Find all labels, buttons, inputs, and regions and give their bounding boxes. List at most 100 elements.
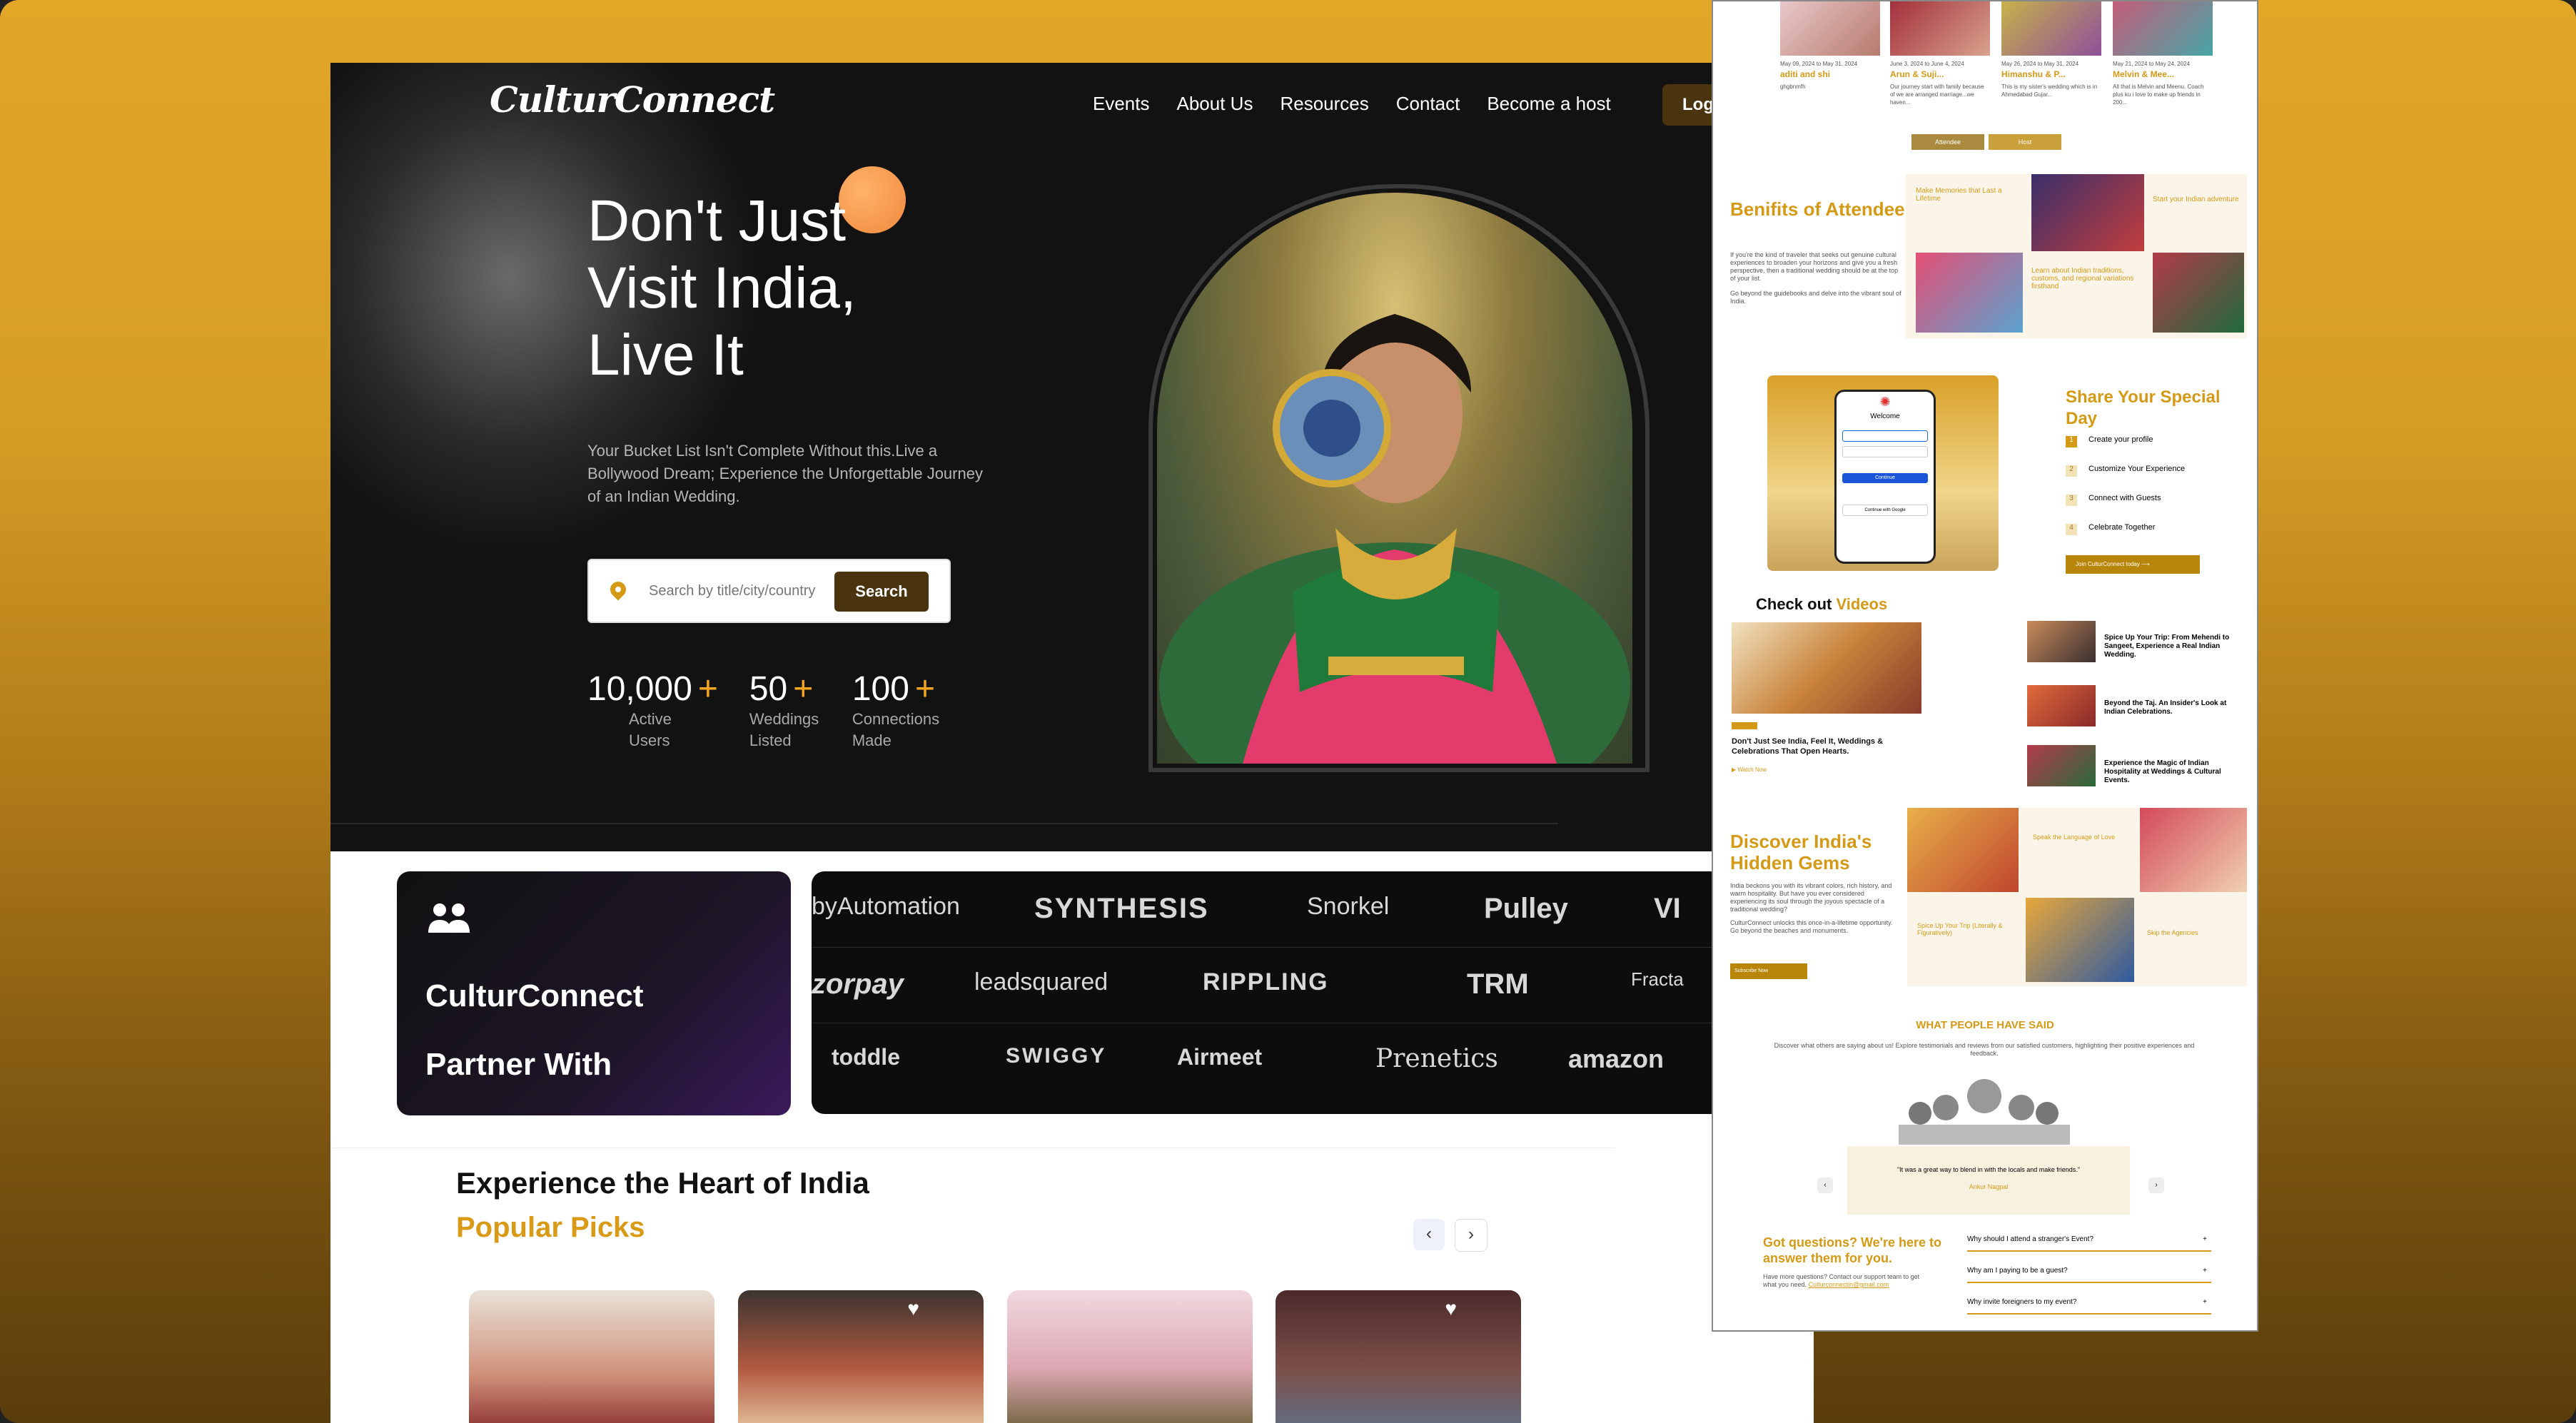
testimonial-next-button[interactable]: › (2148, 1178, 2164, 1193)
pick-card-4[interactable]: ♥ (1276, 1290, 1521, 1423)
videos-title: Check out Videos (1756, 595, 1888, 613)
benefit-image-3 (2153, 253, 2244, 333)
brand-swiggy: SWIGGY (1006, 1044, 1107, 1068)
event-card-1[interactable]: May 09, 2024 to May 31, 2024 aditi and s… (1780, 60, 1880, 91)
brand-airmeet: Airmeet (1177, 1044, 1263, 1070)
next-arrow-button[interactable]: › (1455, 1219, 1487, 1252)
host-toggle[interactable]: Host (1989, 134, 2061, 150)
step-1: 1 Create your profile (2066, 435, 2185, 465)
gems-title: Discover India's Hidden Gems (1730, 831, 1872, 873)
brand-prenetics: Prenetics (1375, 1044, 1498, 1073)
popular-picks-title: Popular Picks (456, 1212, 645, 1243)
logo-row-3: toddle SWIGGY Airmeet Prenetics amazon (812, 1023, 1814, 1098)
stat-active-users: 10,000 + Active Users (587, 670, 718, 749)
logo-row-2: zorpay leadsquared RIPPLING TRM Fracta (812, 947, 1814, 1023)
video-thumb-1[interactable] (2027, 621, 2096, 662)
nav-become-a-host[interactable]: Become a host (1487, 93, 1610, 115)
google-login-button[interactable]: Continue with Google (1842, 505, 1928, 516)
nav-events[interactable]: Events (1093, 93, 1150, 115)
hero-bride-image (1157, 193, 1632, 764)
benefits-collage: Make Memories that Last a Lifetime Learn… (1906, 174, 2247, 338)
faq-subtitle: Have more questions? Contact our support… (1763, 1273, 1920, 1288)
search-button[interactable]: Search (834, 572, 929, 612)
bride-illustration (1159, 314, 1630, 764)
login-mockup: ✺ Welcome Continue Continue with Google (1767, 375, 1999, 571)
nav-resources[interactable]: Resources (1280, 93, 1368, 115)
benefits-text: If you're the kind of traveler that seek… (1730, 251, 1901, 305)
join-button[interactable]: Join CulturConnect today ⟶ (2066, 555, 2200, 574)
benefit-image-1 (1916, 253, 2023, 333)
brand-logo[interactable]: CulturConnect (490, 76, 775, 121)
nav-about-us[interactable]: About Us (1177, 93, 1253, 115)
nav-contact[interactable]: Contact (1396, 93, 1460, 115)
faq-item-1[interactable]: Why should I attend a stranger's Event? + (1967, 1229, 2211, 1252)
hero-subtitle: Your Bucket List Isn't Complete Without … (587, 442, 983, 505)
step-3: 3 Connect with Guests (2066, 494, 2185, 523)
event-card-3[interactable]: May 26, 2024 to May 31, 2024 Himanshu & … (2001, 60, 2101, 98)
subscribe-button[interactable]: Subscribe Now (1730, 963, 1807, 979)
faq-item-2[interactable]: Why am I paying to be a guest? + (1967, 1260, 2211, 1283)
testimonial-quote-card: "It was a great way to blend in with the… (1847, 1146, 2130, 1215)
stat-weddings-listed: 50 + Weddings Listed (749, 670, 819, 749)
video-item-3[interactable]: Experience the Magic of Indian Hospitali… (2104, 759, 2247, 785)
faq-item-3[interactable]: Why invite foreigners to my event? + (1967, 1292, 2211, 1315)
benefits-title: Benifits of Attendee (1730, 198, 1905, 220)
landing-page: CulturConnect Events About Us Resources … (330, 63, 1814, 1423)
partner-card: CulturConnect Partner With (397, 871, 791, 1115)
plus-icon: + (2203, 1235, 2207, 1243)
event-image-2 (1890, 1, 1990, 56)
pick-card-1[interactable] (469, 1290, 714, 1423)
testimonial-prev-button[interactable]: ‹ (1817, 1178, 1833, 1193)
video-thumb-2[interactable] (2027, 685, 2096, 726)
benefit-image-2 (2031, 174, 2144, 251)
heart-icon[interactable]: ♥ (1445, 1297, 1457, 1320)
gems-collage: Spice Up Your Trip (Literally & Figurati… (1907, 808, 2247, 986)
pick-card-3[interactable] (1007, 1290, 1253, 1423)
watch-now-link[interactable]: ▶ Watch Now (1732, 766, 1767, 773)
event-card-2[interactable]: June 3, 2024 to June 4, 2024 Arun & Suji… (1890, 60, 1990, 106)
gems-text: India beckons you with its vibrant color… (1730, 882, 1893, 934)
email-field[interactable] (1842, 430, 1928, 442)
support-email-link[interactable]: Culturconnectin@gmail.com (1809, 1281, 1889, 1288)
event-card-4[interactable]: May 21, 2024 to May 24, 2024 Melvin & Me… (2113, 60, 2213, 106)
step-4: 4 Celebrate Together (2066, 523, 2185, 552)
testimonials-title: WHAT PEOPLE HAVE SAID (1916, 1019, 2054, 1031)
video-thumb-3[interactable] (2027, 745, 2096, 786)
search-bar: Search (587, 559, 951, 623)
share-steps: 1 Create your profile 2 Customize Your Exp… (2066, 435, 2185, 552)
gem-image-3 (2140, 808, 2247, 892)
hero-section: CulturConnect Events About Us Resources … (330, 63, 1814, 851)
continue-button[interactable]: Continue (1842, 473, 1928, 483)
password-field[interactable] (1842, 446, 1928, 457)
mockup-background: CulturConnect Events About Us Resources … (0, 0, 2576, 1423)
video-item-2[interactable]: Beyond the Taj. An Insider's Look at Ind… (2104, 699, 2247, 716)
brand-amazon: amazon (1568, 1044, 1665, 1073)
location-pin-icon (607, 578, 630, 601)
hero-divider (330, 823, 1558, 824)
attendee-toggle[interactable]: Attendee (1911, 134, 1984, 150)
stats-row: 10,000 + Active Users 50 + Weddings Listed… (587, 669, 984, 751)
top-nav: Events About Us Resources Contact Become… (1093, 93, 1638, 115)
prev-arrow-button[interactable]: ‹ (1413, 1219, 1445, 1250)
brand-vi: VI (1654, 893, 1681, 924)
video-tag (1732, 722, 1757, 729)
stat-connections-made: 100 + Connections Made (852, 670, 940, 749)
video-item-1[interactable]: Spice Up Your Trip: From Mehendi to Sang… (2104, 634, 2247, 659)
event-image-1 (1780, 1, 1880, 56)
brand-pulley: Pulley (1484, 893, 1568, 924)
pick-card-2[interactable]: ♥ (738, 1290, 984, 1423)
event-image-4 (2113, 1, 2213, 56)
event-image-3 (2001, 1, 2101, 56)
brand-trm: TRM (1467, 968, 1529, 1000)
search-input[interactable] (647, 576, 819, 606)
brand-rippling: RIPPLING (1203, 968, 1329, 996)
logo-row-1: byAutomation SYNTHESIS Snorkel Pulley VI (812, 871, 1814, 948)
step-2: 2 Customize Your Experience (2066, 465, 2185, 494)
share-title: Share Your Special Day (2066, 388, 2221, 428)
testimonial-avatars (1899, 1073, 2070, 1145)
heart-icon[interactable]: ♥ (907, 1297, 919, 1320)
main-video-thumbnail[interactable] (1732, 622, 1921, 714)
brand-toddle: toddle (832, 1044, 900, 1070)
hero-title: Don't Just Visit India, Live It (587, 188, 857, 388)
plus-icon: + (2203, 1267, 2207, 1275)
